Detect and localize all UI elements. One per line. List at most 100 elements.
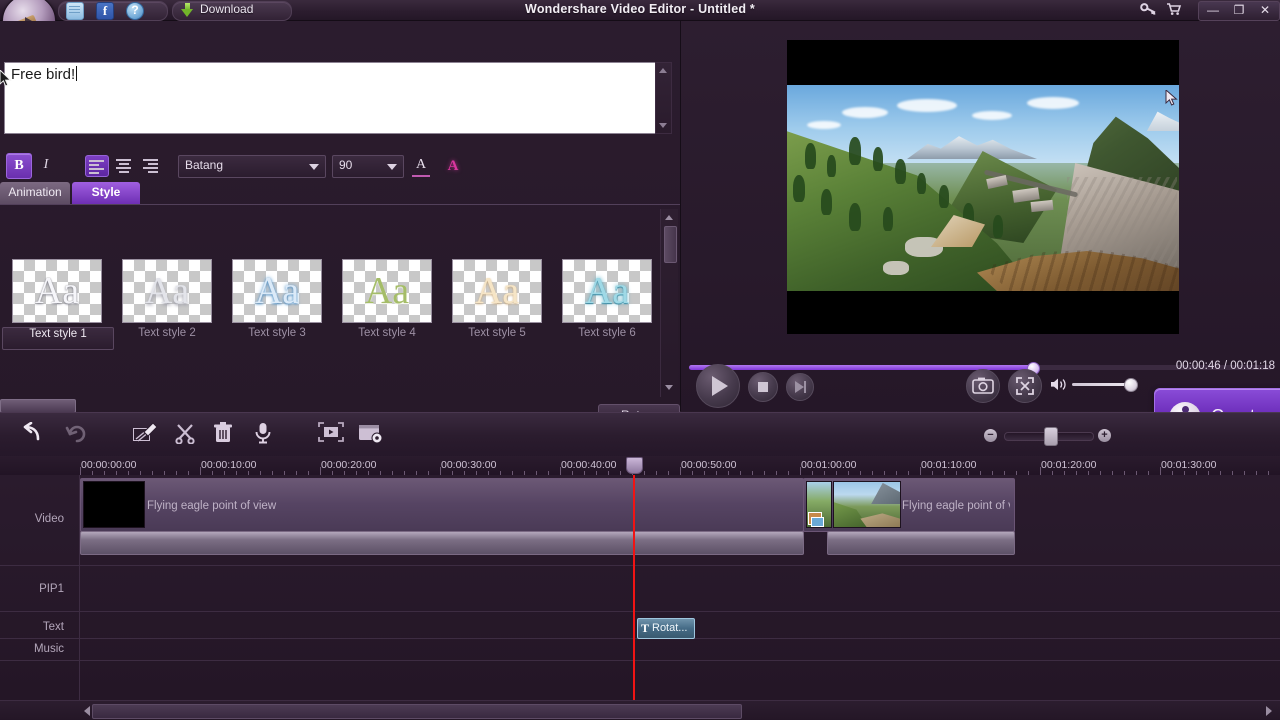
facebook-icon[interactable]: f <box>96 2 114 20</box>
close-button[interactable]: ✕ <box>1252 2 1278 19</box>
text-input-scrollbar[interactable] <box>655 62 672 134</box>
redo-button[interactable] <box>63 422 91 448</box>
clip-thumbnail <box>83 481 145 528</box>
align-center-button[interactable] <box>113 155 135 175</box>
shopping-cart-icon[interactable] <box>1165 2 1183 18</box>
bold-button[interactable]: B <box>6 153 32 179</box>
scroll-down-icon[interactable] <box>665 385 673 390</box>
editor-tabs: Animation Style <box>0 182 680 204</box>
video-clip-1[interactable]: Flying eagle point of view <box>80 478 804 532</box>
text-style-thumb: Aa <box>452 259 542 323</box>
video-stage[interactable] <box>787 40 1179 334</box>
align-left-button[interactable] <box>85 155 109 177</box>
text-style-thumb: Aa <box>342 259 432 323</box>
maximize-button[interactable]: ❐ <box>1226 2 1252 19</box>
playhead-line <box>633 475 635 703</box>
track-label-text: Text <box>42 621 64 633</box>
video-clip-2-audio[interactable] <box>827 531 1015 555</box>
timeline-hscrollbar[interactable] <box>0 700 1280 720</box>
ruler-label: 00:01:20:00 <box>1041 459 1097 471</box>
edit-button[interactable] <box>131 422 159 448</box>
video-clip-1-audio[interactable] <box>80 531 804 555</box>
style-preview-glyph: Aa <box>34 270 80 312</box>
ruler-label: 00:01:30:00 <box>1161 459 1217 471</box>
current-time: 00:00:46 <box>1175 360 1221 372</box>
clip-thumbnail <box>806 481 832 528</box>
text-style-thumb: Aa <box>122 259 212 323</box>
text-style-thumb: Aa <box>232 259 322 323</box>
help-icon[interactable]: ? <box>126 2 144 20</box>
tab-animation[interactable]: Animation <box>0 182 70 204</box>
ruler-label: 00:00:50:00 <box>681 459 737 471</box>
text-edit-panel: Free bird! B I Batang 90 A A Animation S… <box>0 21 681 428</box>
ruler-label: 00:01:10:00 <box>921 459 977 471</box>
timeline-tracks: Video PIP1 Text Music Flying eagle point… <box>0 475 1280 700</box>
video-editor-window: Wondershare Video Editor - Untitled * f … <box>0 0 1280 720</box>
text-style-label: Text style 3 <box>248 327 306 339</box>
scroll-left-icon[interactable] <box>84 706 90 716</box>
font-size-select[interactable]: 90 <box>332 155 404 178</box>
volume-control[interactable] <box>1050 376 1140 394</box>
text-clip-icon: T <box>641 621 650 635</box>
new-page-icon[interactable] <box>66 2 84 20</box>
clip-thumbnail <box>833 481 901 528</box>
undo-button[interactable] <box>19 421 47 448</box>
text-input[interactable]: Free bird! <box>4 62 656 134</box>
style-list-hscrollbar[interactable] <box>0 397 660 413</box>
text-style-grid: Aa Text style 1 Aa Text style 2 Aa Text … <box>0 211 660 361</box>
fullscreen-button[interactable] <box>1008 369 1042 403</box>
scrollbar-thumb[interactable] <box>92 704 742 719</box>
italic-button[interactable]: I <box>34 153 58 177</box>
volume-handle[interactable] <box>1124 378 1138 392</box>
playhead-handle[interactable] <box>626 457 643 474</box>
ruler-label: 00:00:00:00 <box>81 459 137 471</box>
stop-button[interactable] <box>748 372 778 402</box>
download-arrow-icon[interactable] <box>180 3 195 18</box>
ruler-label: 00:00:20:00 <box>321 459 377 471</box>
style-preview-glyph: Aa <box>144 270 190 312</box>
timeline-zoom-control[interactable]: − + <box>984 427 1112 446</box>
minimize-button[interactable]: — <box>1200 2 1226 19</box>
chevron-down-icon <box>309 164 319 170</box>
split-button[interactable] <box>171 422 199 448</box>
style-preview-glyph: Aa <box>474 270 520 312</box>
font-family-select[interactable]: Batang <box>178 155 326 178</box>
text-style-label: Text style 2 <box>138 327 196 339</box>
text-style-label: Text style 6 <box>578 327 636 339</box>
text-style-thumb: Aa <box>12 259 102 323</box>
chevron-down-icon <box>387 164 397 170</box>
align-right-button[interactable] <box>140 155 162 175</box>
text-clip-1[interactable]: T Rotat... <box>637 618 695 639</box>
video-clip-2[interactable]: Flying eagle point of vi... <box>803 478 1015 532</box>
play-button[interactable] <box>696 364 740 408</box>
text-caret <box>76 66 78 81</box>
settings-button[interactable] <box>357 422 385 448</box>
zoom-out-button[interactable]: − <box>984 429 997 442</box>
tab-style[interactable]: Style <box>72 182 140 204</box>
text-style-label: Text style 4 <box>358 327 416 339</box>
voiceover-button[interactable] <box>249 422 277 448</box>
crop-button[interactable] <box>317 422 345 448</box>
snapshot-button[interactable] <box>966 369 1000 403</box>
registration-key-icon[interactable] <box>1139 2 1157 18</box>
download-label[interactable]: Download <box>200 2 253 16</box>
style-list-scrollbar[interactable] <box>660 209 678 397</box>
track-label-pip1: PIP1 <box>39 583 64 595</box>
scroll-up-icon[interactable] <box>665 215 673 220</box>
zoom-handle[interactable] <box>1044 427 1058 446</box>
title-bar: Wondershare Video Editor - Untitled * f … <box>0 0 1280 48</box>
text-style-label: Text style 5 <box>468 327 526 339</box>
scrollbar-thumb[interactable] <box>664 226 677 263</box>
video-clip-name: Flying eagle point of view <box>147 500 277 512</box>
scrollbar-thumb[interactable] <box>0 399 76 413</box>
delete-button[interactable] <box>209 422 237 448</box>
text-underline-color-button[interactable]: A <box>412 157 430 177</box>
step-forward-button[interactable] <box>786 373 814 401</box>
scroll-down-icon[interactable] <box>659 123 667 128</box>
scroll-up-icon[interactable] <box>659 68 667 73</box>
style-preview-glyph: Aa <box>584 270 630 312</box>
text-fill-color-button[interactable]: A <box>444 156 462 176</box>
zoom-in-button[interactable]: + <box>1098 429 1111 442</box>
text-style-thumb: Aa <box>562 259 652 323</box>
scroll-right-icon[interactable] <box>1266 706 1272 716</box>
